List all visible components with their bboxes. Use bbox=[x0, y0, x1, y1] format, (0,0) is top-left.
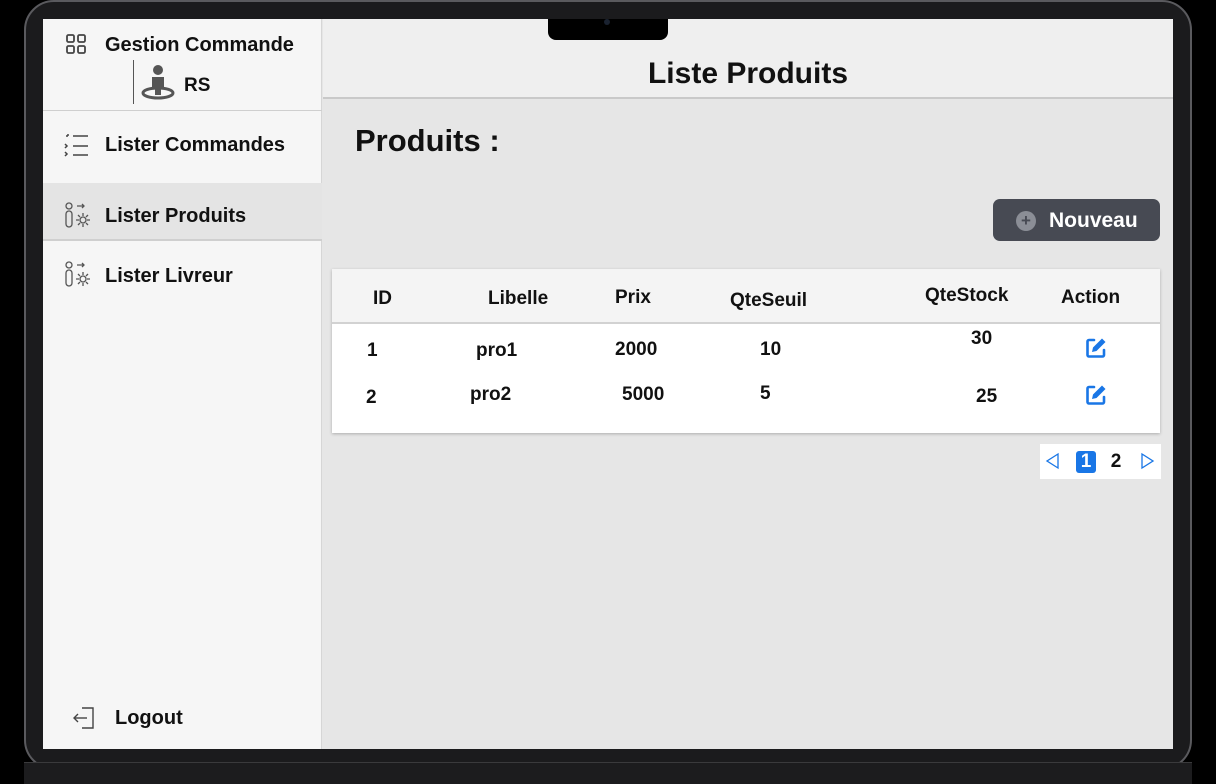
sidebar-item-label: Lister Produits bbox=[105, 205, 247, 227]
pagination: 1 2 bbox=[1040, 444, 1161, 479]
logout-button[interactable]: Logout bbox=[43, 699, 322, 739]
table-header: ID Libelle Prix QteSeuil QteStock Action bbox=[332, 269, 1160, 324]
person-gear-icon bbox=[65, 202, 90, 228]
cell-prix: 5000 bbox=[622, 384, 665, 405]
section-title: Produits : bbox=[355, 123, 500, 158]
products-table: ID Libelle Prix QteSeuil QteStock Action… bbox=[332, 269, 1160, 433]
page-2-button[interactable]: 2 bbox=[1106, 451, 1126, 473]
apps-grid-icon bbox=[66, 34, 86, 54]
logout-icon bbox=[73, 707, 94, 729]
sidebar-item-lister-commandes[interactable]: Lister Commandes bbox=[43, 112, 322, 170]
cell-qtestock: 30 bbox=[971, 328, 993, 349]
cell-qteseuil: 10 bbox=[760, 339, 782, 360]
sidebar-item-lister-produits[interactable]: Lister Produits bbox=[43, 183, 322, 241]
laptop-base bbox=[24, 762, 1192, 784]
prev-page-icon[interactable] bbox=[1044, 452, 1062, 470]
user-label: RS bbox=[184, 75, 211, 96]
column-header-id: ID bbox=[373, 288, 392, 309]
page-title: Liste Produits bbox=[647, 57, 849, 90]
column-header-prix: Prix bbox=[615, 287, 651, 308]
edit-icon[interactable] bbox=[1084, 383, 1108, 407]
brand-title: Gestion Commande bbox=[105, 34, 294, 56]
sidebar: Gestion Commande RS Lister Commandes Lis… bbox=[43, 19, 322, 749]
column-header-libelle: Libelle bbox=[488, 288, 549, 309]
cell-id: 2 bbox=[366, 387, 377, 408]
sidebar-item-label: Lister Commandes bbox=[105, 134, 286, 156]
cell-prix: 2000 bbox=[615, 339, 658, 360]
new-button-label: Nouveau bbox=[1049, 209, 1138, 232]
column-header-action: Action bbox=[1061, 287, 1121, 308]
user-location-icon bbox=[141, 65, 175, 100]
top-header: Liste Produits bbox=[323, 19, 1173, 99]
cell-qteseuil: 5 bbox=[760, 383, 771, 404]
column-header-qtestock: QteStock bbox=[925, 285, 1009, 306]
camera-icon bbox=[604, 19, 610, 25]
list-icon bbox=[64, 134, 88, 157]
cell-qtestock: 25 bbox=[976, 386, 998, 407]
new-product-button[interactable]: + Nouveau bbox=[993, 199, 1160, 241]
brand-divider bbox=[133, 60, 134, 104]
next-page-icon[interactable] bbox=[1138, 452, 1156, 470]
column-header-qteseuil: QteSeuil bbox=[730, 290, 808, 311]
brand-header: Gestion Commande RS bbox=[43, 19, 322, 111]
cell-libelle: pro2 bbox=[470, 384, 512, 405]
page-1-button[interactable]: 1 bbox=[1076, 451, 1096, 473]
app-screen: Gestion Commande RS Lister Commandes Lis… bbox=[43, 19, 1173, 749]
sidebar-item-label: Lister Livreur bbox=[105, 265, 233, 287]
logout-label: Logout bbox=[115, 707, 183, 729]
sidebar-item-lister-livreur[interactable]: Lister Livreur bbox=[43, 251, 322, 309]
person-gear-icon bbox=[65, 261, 90, 287]
cell-id: 1 bbox=[367, 340, 378, 361]
cell-libelle: pro1 bbox=[476, 340, 518, 361]
plus-circle-icon: + bbox=[1016, 211, 1036, 231]
edit-icon[interactable] bbox=[1084, 336, 1108, 360]
